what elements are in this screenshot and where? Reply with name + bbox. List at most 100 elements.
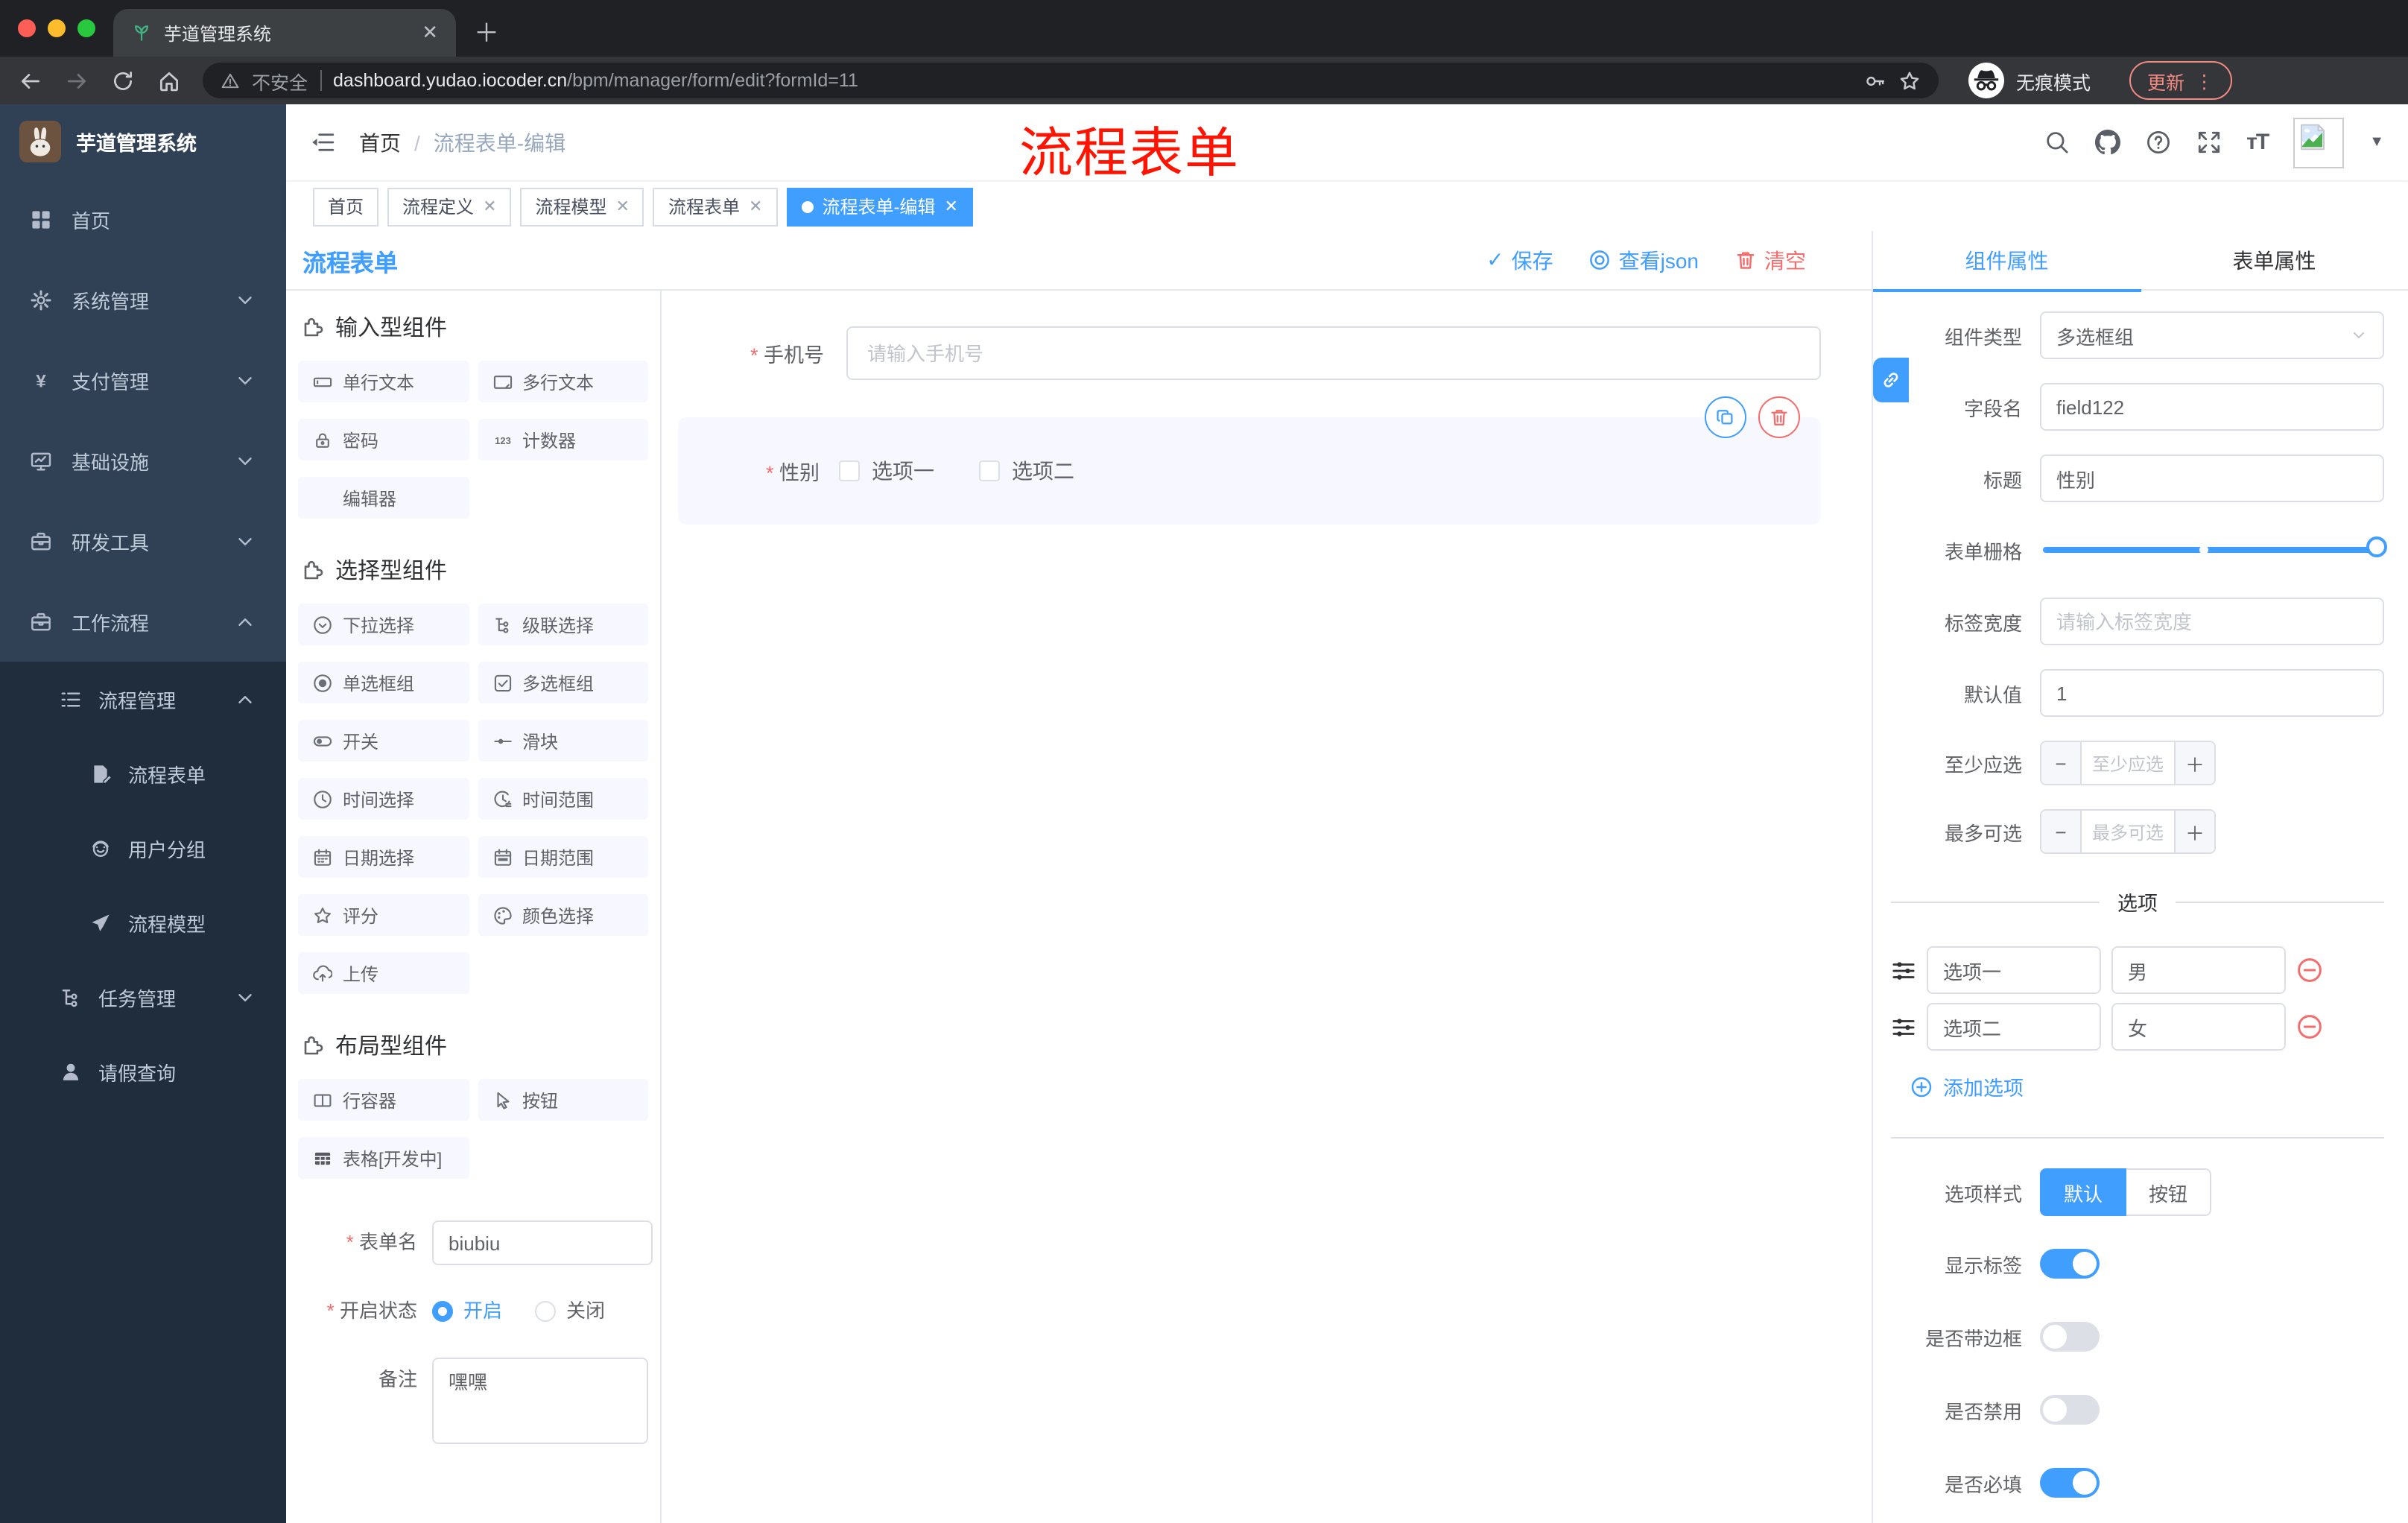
drag-handle-icon[interactable] <box>1891 1014 1916 1039</box>
breadcrumb-home[interactable]: 首页 <box>359 127 401 157</box>
form-name-input[interactable] <box>432 1220 653 1265</box>
component-chip-password[interactable]: 密码 <box>298 419 469 460</box>
option-style-default[interactable]: 默认 <box>2040 1168 2127 1216</box>
increase-icon[interactable]: ＋ <box>2176 742 2214 784</box>
sidebar-item-devtools[interactable]: 研发工具 <box>0 501 286 581</box>
field-name-input[interactable] <box>2040 383 2384 431</box>
component-chip-editor[interactable]: 编辑器 <box>298 477 469 519</box>
tag-process-model[interactable]: 流程模型 ✕ <box>520 187 644 226</box>
browser-tab[interactable]: 芋道管理系统 ✕ <box>113 9 456 57</box>
new-tab-button[interactable]: ＋ <box>474 12 499 49</box>
sidebar-item-payment[interactable]: 支付管理 <box>0 340 286 420</box>
default-value-input[interactable] <box>2040 669 2384 717</box>
browser-menu-icon[interactable]: ⋮ <box>2195 69 2214 92</box>
status-on-radio[interactable] <box>432 1301 453 1322</box>
min-select-value[interactable]: 至少应选 <box>2080 742 2176 784</box>
forward-icon[interactable] <box>64 68 89 93</box>
tag-process-definition[interactable]: 流程定义 ✕ <box>387 187 512 226</box>
component-chip-rate[interactable]: 评分 <box>298 894 469 936</box>
option-label-input[interactable] <box>1927 946 2101 994</box>
option-value-input[interactable] <box>2111 946 2286 994</box>
sidebar-item-task-mgmt[interactable]: 任务管理 <box>0 960 286 1034</box>
max-select-value[interactable]: 最多可选 <box>2080 811 2176 852</box>
component-chip-checkbox-group[interactable]: 多选框组 <box>478 662 648 703</box>
close-window-button[interactable] <box>18 19 36 37</box>
hamburger-icon[interactable] <box>310 130 335 155</box>
help-icon[interactable] <box>2145 130 2170 155</box>
copy-field-button[interactable] <box>1705 396 1746 438</box>
collapse-handle[interactable] <box>1873 358 1909 402</box>
github-icon[interactable] <box>2094 130 2120 155</box>
option-label-input[interactable] <box>1927 1003 2101 1051</box>
border-toggle[interactable] <box>2040 1322 2100 1352</box>
close-icon[interactable]: ✕ <box>749 197 762 216</box>
component-chip-counter[interactable]: 计数器 <box>478 419 648 460</box>
bookmark-star-icon[interactable] <box>1898 69 1921 92</box>
update-button[interactable]: 更新 ⋮ <box>2129 61 2232 100</box>
sidebar-item-leave-query[interactable]: 请假查询 <box>0 1034 286 1109</box>
component-chip-select[interactable]: 下拉选择 <box>298 604 469 645</box>
search-icon[interactable] <box>2044 130 2069 155</box>
sidebar-item-system[interactable]: 系统管理 <box>0 259 286 340</box>
home-icon[interactable] <box>156 68 182 93</box>
status-on-label[interactable]: 开启 <box>463 1300 502 1322</box>
component-chip-cascader[interactable]: 级联选择 <box>478 604 648 645</box>
component-chip-multi-text[interactable]: 多行文本 <box>478 361 648 402</box>
form-remark-textarea[interactable]: 嘿嘿 <box>432 1358 648 1444</box>
phone-input[interactable] <box>846 326 1821 380</box>
address-bar[interactable]: 不安全 dashboard.yudao.iocoder.cn/bpm/manag… <box>203 63 1939 98</box>
close-icon[interactable]: ✕ <box>944 197 957 216</box>
sidebar-item-home[interactable]: 首页 <box>0 179 286 259</box>
slider-handle[interactable] <box>2366 536 2387 557</box>
reload-icon[interactable] <box>110 68 136 93</box>
component-chip-time[interactable]: 时间选择 <box>298 778 469 820</box>
save-button[interactable]: ✓ 保存 <box>1486 245 1553 275</box>
gender-option2-checkbox[interactable] <box>979 460 1001 481</box>
component-chip-slider[interactable]: 滑块 <box>478 720 648 762</box>
delete-field-button[interactable] <box>1758 396 1800 438</box>
title-input[interactable] <box>2040 455 2384 502</box>
increase-icon[interactable]: ＋ <box>2176 811 2214 852</box>
component-chip-date-range[interactable]: 日期范围 <box>478 836 648 878</box>
option-style-button[interactable]: 按钮 <box>2126 1168 2212 1216</box>
status-off-label[interactable]: 关闭 <box>566 1300 605 1322</box>
component-chip-table[interactable]: 表格[开发中] <box>298 1137 469 1179</box>
fullscreen-icon[interactable] <box>2196 130 2221 155</box>
decrease-icon[interactable]: − <box>2041 742 2080 784</box>
zoom-window-button[interactable] <box>77 19 95 37</box>
status-off-radio[interactable] <box>535 1301 557 1322</box>
remove-option-icon[interactable] <box>2296 957 2323 984</box>
tab-form-props[interactable]: 表单属性 <box>2141 231 2408 291</box>
tag-process-form-edit[interactable]: 流程表单-编辑 ✕ <box>786 187 973 226</box>
component-chip-single-text[interactable]: 单行文本 <box>298 361 469 402</box>
component-chip-date[interactable]: 日期选择 <box>298 836 469 878</box>
avatar[interactable] <box>2293 117 2345 168</box>
gender-option1-checkbox[interactable] <box>839 460 861 481</box>
tab-component-props[interactable]: 组件属性 <box>1873 231 2141 292</box>
component-type-select[interactable]: 多选框组 <box>2040 311 2384 359</box>
sidebar-item-workflow[interactable]: 工作流程 <box>0 581 286 662</box>
sidebar-item-process-form[interactable]: 流程表单 <box>0 736 286 811</box>
password-key-icon[interactable] <box>1864 69 1886 92</box>
disabled-toggle[interactable] <box>2040 1395 2100 1425</box>
tag-home[interactable]: 首页 <box>313 187 379 226</box>
close-icon[interactable]: ✕ <box>616 197 630 216</box>
add-option-button[interactable]: 添加选项 <box>1910 1071 2384 1101</box>
component-chip-row[interactable]: 行容器 <box>298 1079 469 1121</box>
show-label-toggle[interactable] <box>2040 1249 2100 1279</box>
gender-option1-label[interactable]: 选项一 <box>872 456 934 486</box>
component-chip-time-range[interactable]: 时间范围 <box>478 778 648 820</box>
view-json-button[interactable]: 查看json <box>1589 245 1699 275</box>
close-icon[interactable]: ✕ <box>483 197 496 216</box>
option-value-input[interactable] <box>2111 1003 2286 1051</box>
drag-handle-icon[interactable] <box>1891 957 1916 983</box>
component-chip-upload[interactable]: 上传 <box>298 952 469 994</box>
back-icon[interactable] <box>18 68 43 93</box>
minimize-window-button[interactable] <box>48 19 66 37</box>
gender-option2-label[interactable]: 选项二 <box>1012 456 1074 486</box>
component-chip-color[interactable]: 颜色选择 <box>478 894 648 936</box>
decrease-icon[interactable]: − <box>2041 811 2080 852</box>
caret-down-icon[interactable]: ▼ <box>2369 134 2384 151</box>
field-phone[interactable]: 手机号 <box>678 326 1821 380</box>
remove-option-icon[interactable] <box>2296 1013 2323 1040</box>
